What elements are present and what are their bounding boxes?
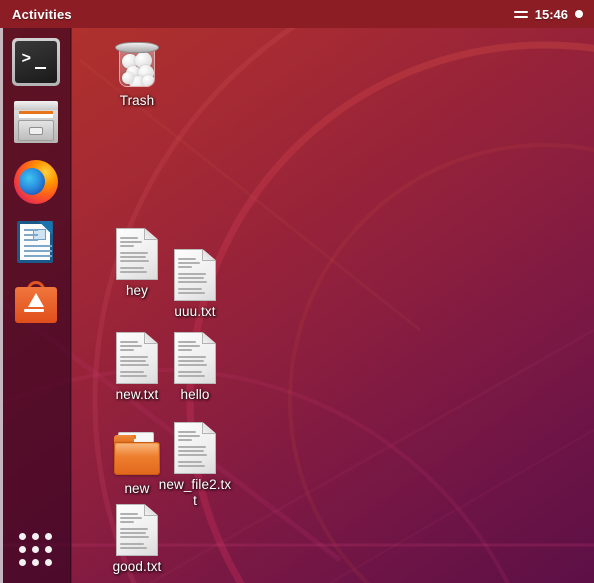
show-applications-button[interactable] — [16, 529, 56, 569]
text-file-icon — [116, 332, 158, 384]
desktop-icon-new-file2-txt[interactable]: new_file2.txt — [157, 418, 233, 509]
desktop-icon-glyph — [115, 34, 159, 90]
desktop-icon-label: new.txt — [115, 387, 159, 402]
text-file-icon — [174, 332, 216, 384]
dock-item-files[interactable] — [12, 98, 60, 146]
desktop-icon-label: hello — [180, 387, 210, 402]
desktop-icon-glyph — [174, 328, 216, 384]
dock-item-terminal[interactable] — [11, 38, 60, 86]
desktop-icon-glyph — [112, 422, 162, 478]
libreoffice-writer-icon — [12, 218, 60, 266]
desktop-icon-glyph — [174, 245, 216, 301]
clock-label[interactable]: 15:46 — [535, 7, 568, 22]
dock-app-list — [11, 38, 60, 326]
desktop-icon-area: Trash hey uuu.txt new.txt hello new new_file2.… — [0, 0, 594, 583]
files-icon — [12, 98, 60, 146]
desktop-icon-hello[interactable]: hello — [157, 328, 233, 403]
desktop-icon-label: new — [124, 481, 150, 496]
desktop-icon-glyph — [116, 500, 158, 556]
text-file-icon — [174, 249, 216, 301]
text-file-icon — [116, 228, 158, 280]
desktop-icon-label: hey — [125, 283, 149, 298]
text-file-icon — [116, 504, 158, 556]
system-status-dot-icon[interactable] — [575, 10, 583, 18]
dock-panel — [0, 28, 72, 583]
desktop-icon-label: Trash — [119, 93, 155, 108]
activities-button[interactable]: Activities — [0, 0, 82, 28]
desktop-icon-uuu-txt[interactable]: uuu.txt — [157, 245, 233, 320]
desktop-icon-label: uuu.txt — [174, 304, 216, 319]
hamburger-menu-icon[interactable] — [513, 10, 528, 18]
trash-icon — [115, 38, 159, 90]
dock-item-ubuntu-software[interactable] — [12, 278, 60, 326]
desktop-icon-glyph — [174, 418, 216, 474]
desktop-icon-good-txt[interactable]: good.txt — [99, 500, 175, 575]
system-indicators[interactable]: 15:46 — [513, 0, 594, 28]
ubuntu-software-icon — [12, 278, 60, 326]
dock-item-libreoffice-writer[interactable] — [12, 218, 60, 266]
desktop-icon-glyph — [116, 224, 158, 280]
firefox-icon — [12, 158, 60, 206]
activities-label: Activities — [12, 6, 72, 22]
top-bar: Activities 15:46 — [0, 0, 594, 28]
desktop-icon-label: good.txt — [112, 559, 162, 574]
dock-item-firefox[interactable] — [12, 158, 60, 206]
folder-icon — [112, 430, 162, 478]
terminal-icon — [11, 38, 60, 86]
desktop-icon-trash[interactable]: Trash — [99, 34, 175, 109]
desktop-icon-glyph — [116, 328, 158, 384]
text-file-icon — [174, 422, 216, 474]
